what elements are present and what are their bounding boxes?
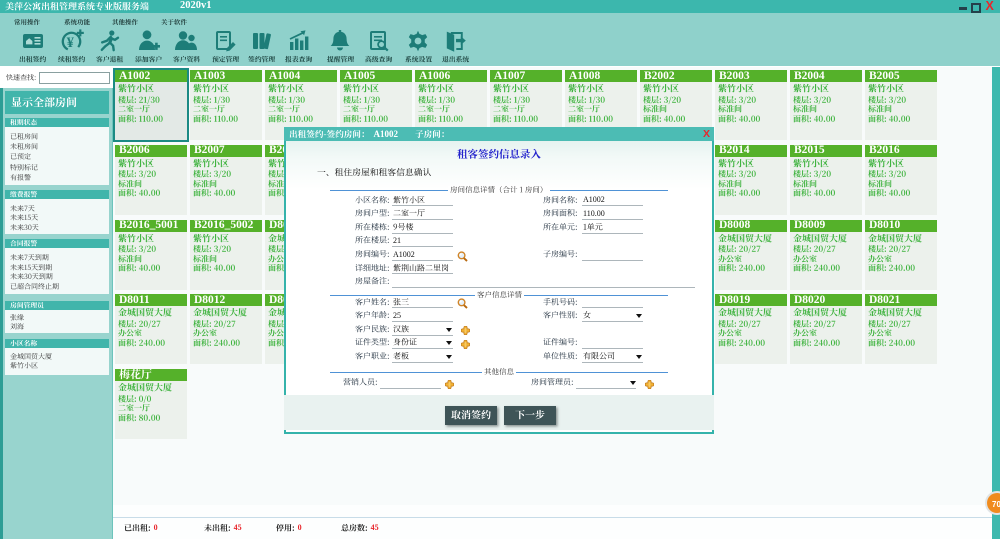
svg-text:¥: ¥ bbox=[66, 35, 74, 51]
svg-text:70: 70 bbox=[992, 500, 1000, 509]
